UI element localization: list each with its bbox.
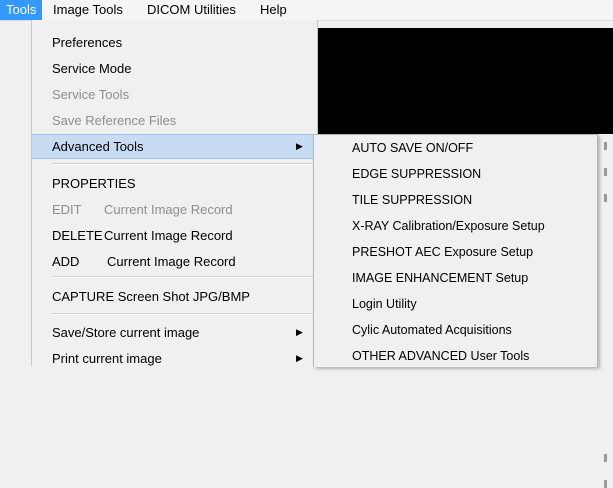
menu-separator — [52, 313, 314, 315]
submenu-item-other-advanced-tools[interactable]: OTHER ADVANCED User Tools — [314, 343, 597, 369]
submenu-item-cyclic-acquisitions[interactable]: Cylic Automated Acquisitions — [314, 317, 597, 343]
menu-item-label-prefix: DELETE — [52, 228, 103, 243]
edge-mark — [604, 142, 607, 150]
menu-item-save-reference-files: Save Reference Files — [32, 108, 317, 133]
submenu-arrow-icon: ▶ — [296, 141, 303, 151]
submenu-item-xray-calibration[interactable]: X-RAY Calibration/Exposure Setup — [314, 213, 597, 239]
submenu-item-label: TILE SUPPRESSION — [352, 193, 473, 207]
menu-item-delete-record[interactable]: DELETE Current Image Record — [32, 223, 317, 248]
menu-separator — [52, 276, 314, 278]
menu-item-label: PROPERTIES — [52, 176, 136, 191]
menu-item-label-suffix: Current Image Record — [104, 228, 233, 243]
menu-item-add-record[interactable]: ADD Current Image Record — [32, 249, 317, 274]
menu-separator — [52, 163, 314, 165]
menu-dicom-utilities[interactable]: DICOM Utilities — [141, 0, 242, 20]
submenu-item-label: PRESHOT AEC Exposure Setup — [352, 245, 534, 259]
submenu-arrow-icon: ▶ — [296, 327, 303, 337]
submenu-item-label: Cylic Automated Acquisitions — [352, 323, 512, 337]
submenu-item-image-enhancement[interactable]: IMAGE ENHANCEMENT Setup — [314, 265, 597, 291]
menu-item-advanced-tools[interactable]: Advanced Tools ▶ — [32, 134, 317, 159]
menu-help[interactable]: Help — [254, 0, 293, 20]
menu-item-label-prefix: EDIT — [52, 202, 82, 217]
menu-item-label: Save/Store current image — [52, 325, 200, 340]
menu-item-label-suffix: Current Image Record — [107, 254, 236, 269]
menu-item-label: Service Mode — [52, 61, 132, 76]
submenu-item-tile-suppression[interactable]: TILE SUPPRESSION — [314, 187, 597, 213]
submenu-item-preshot-aec[interactable]: PRESHOT AEC Exposure Setup — [314, 239, 597, 265]
submenu-item-label: Login Utility — [352, 297, 417, 311]
menu-item-label: Service Tools — [52, 87, 130, 102]
menu-item-label-suffix: Current Image Record — [104, 202, 233, 217]
advanced-tools-submenu: AUTO SAVE ON/OFF EDGE SUPPRESSION TILE S… — [313, 134, 598, 367]
menu-bar: Tools Image Tools DICOM Utilities Help — [0, 0, 613, 21]
submenu-item-login-utility[interactable]: Login Utility — [314, 291, 597, 317]
submenu-item-label: EDGE SUPPRESSION — [352, 167, 482, 181]
menu-item-save-store-image[interactable]: Save/Store current image ▶ — [32, 320, 317, 345]
submenu-item-label: OTHER ADVANCED User Tools — [352, 349, 530, 363]
menu-image-tools[interactable]: Image Tools — [47, 0, 129, 20]
menu-item-label-prefix: ADD — [52, 254, 80, 269]
menu-item-label: CAPTURE Screen Shot JPG/BMP — [52, 289, 250, 304]
image-viewer-area — [316, 28, 613, 134]
submenu-item-label: X-RAY Calibration/Exposure Setup — [352, 219, 545, 233]
menu-item-service-mode[interactable]: Service Mode — [32, 56, 317, 81]
menu-tools[interactable]: Tools — [0, 0, 43, 20]
menu-item-capture-screenshot[interactable]: CAPTURE Screen Shot JPG/BMP — [32, 284, 317, 309]
edge-mark — [604, 168, 607, 176]
menu-item-properties[interactable]: PROPERTIES — [32, 171, 317, 196]
menu-item-label: Advanced Tools — [52, 139, 144, 154]
edge-mark — [604, 454, 607, 462]
submenu-item-edge-suppression[interactable]: EDGE SUPPRESSION — [314, 161, 597, 187]
menu-item-service-tools: Service Tools — [32, 82, 317, 107]
background-window-edge — [596, 134, 613, 488]
menu-item-label: Save Reference Files — [52, 113, 177, 128]
menu-item-edit-record: EDIT Current Image Record — [32, 197, 317, 222]
submenu-arrow-icon: ▶ — [296, 353, 303, 363]
menu-item-label: Preferences — [52, 35, 123, 50]
edge-mark — [604, 480, 607, 488]
submenu-item-label: IMAGE ENHANCEMENT Setup — [352, 271, 529, 285]
menu-item-label: Print current image — [52, 351, 162, 366]
menu-item-print-image[interactable]: Print current image ▶ — [32, 346, 317, 371]
menu-item-preferences[interactable]: Preferences — [32, 30, 317, 55]
submenu-item-label: AUTO SAVE ON/OFF — [352, 141, 474, 155]
tools-dropdown-menu: Preferences Service Mode Service Tools S… — [31, 20, 318, 366]
edge-mark — [604, 194, 607, 202]
submenu-item-auto-save[interactable]: AUTO SAVE ON/OFF — [314, 135, 597, 161]
